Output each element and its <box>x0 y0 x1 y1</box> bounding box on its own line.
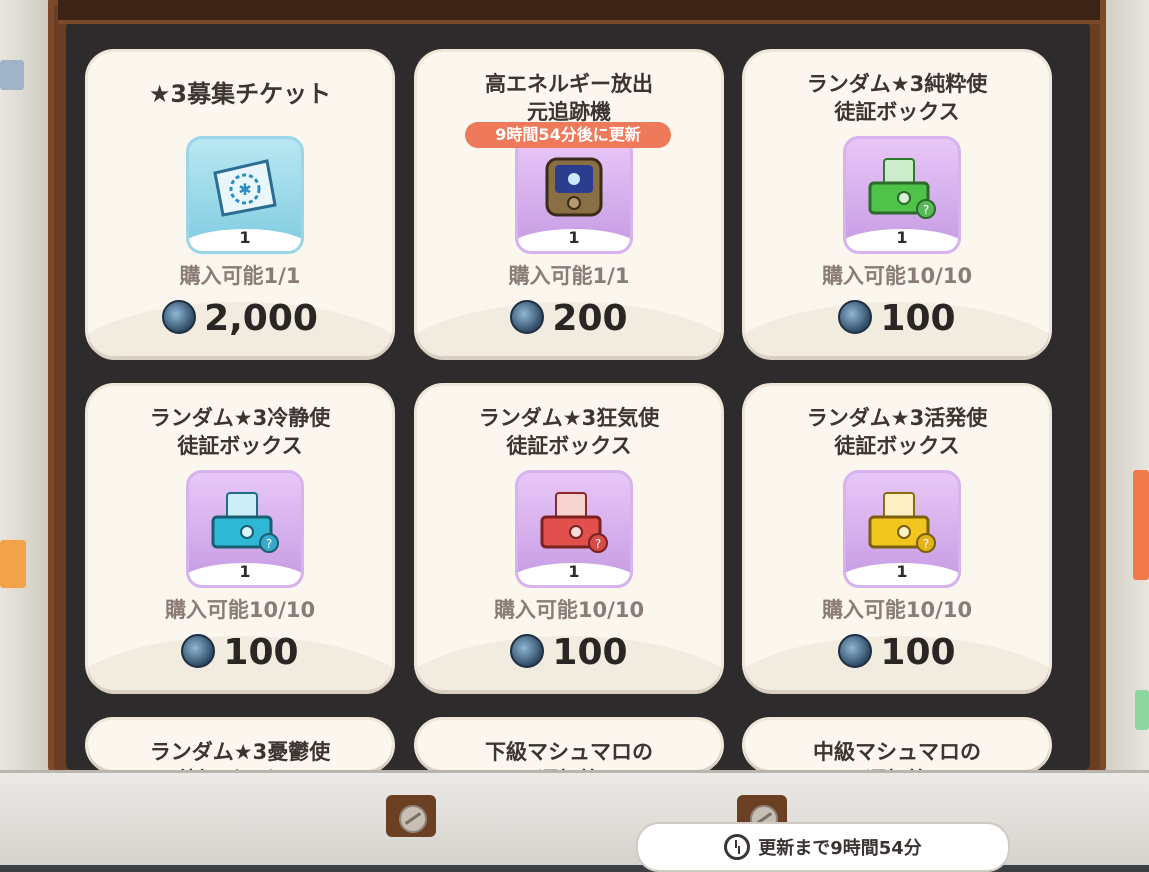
item-title: 下級マシュマロの 選択箱 <box>485 740 653 770</box>
item-quantity: 1 <box>239 228 251 247</box>
item-quantity: 1 <box>239 562 251 581</box>
item-title: ランダム★3純粋使 徒証ボックス <box>806 72 988 124</box>
refresh-timer: 更新まで9時間54分 <box>636 822 1010 872</box>
item-title: 高エネルギー放出 元追跡機 <box>485 72 653 124</box>
svg-text:✱: ✱ <box>238 180 251 199</box>
price-value: 200 <box>552 298 628 339</box>
price-button[interactable]: 200 <box>417 298 721 339</box>
price-value: 100 <box>552 632 628 673</box>
refresh-timer-text: 更新まで9時間54分 <box>758 838 922 859</box>
sticky-note-green <box>1135 690 1149 730</box>
red-box-icon: ? 1 <box>515 470 633 588</box>
tracker-device-icon: 1 <box>515 136 633 254</box>
refresh-timer-badge: 9時間54分後に更新 <box>465 122 671 148</box>
price-button[interactable]: 100 <box>745 298 1049 339</box>
svg-text:?: ? <box>595 537 601 551</box>
svg-text:?: ? <box>923 203 929 217</box>
sticky-note-blue <box>0 60 24 90</box>
shop-item-card[interactable]: ランダム★3狂気使 徒証ボックス ? 1 購入可能10/10 100 <box>417 386 721 690</box>
screw-icon <box>399 805 427 833</box>
purchase-limit: 購入可能10/10 <box>493 598 645 622</box>
coin-icon <box>838 300 873 334</box>
shop-item-card[interactable]: ランダム★3冷静使 徒証ボックス ? 1 購入可能10/10 100 <box>88 386 392 690</box>
alarm-clock-icon <box>724 834 751 860</box>
price-button[interactable]: 100 <box>745 632 1049 673</box>
item-title: 中級マシュマロの 選択箱 <box>813 740 981 770</box>
green-box-icon: ? 1 <box>843 136 961 254</box>
price-value: 100 <box>880 632 956 673</box>
purchase-limit: 購入可能1/1 <box>508 264 630 288</box>
shop-item-card[interactable]: ランダム★3活発使 徒証ボックス ? 1 購入可能10/10 100 <box>745 386 1049 690</box>
coin-icon <box>510 300 545 334</box>
svg-text:?: ? <box>923 537 929 551</box>
blue-box-icon: ? 1 <box>186 470 304 588</box>
item-title: ★3募集チケット <box>148 80 332 108</box>
price-value: 2,000 <box>204 298 318 339</box>
coin-icon <box>838 634 873 668</box>
price-button[interactable]: 100 <box>417 632 721 673</box>
price-button[interactable]: 100 <box>88 632 392 673</box>
item-quantity: 1 <box>896 228 908 247</box>
purchase-limit: 購入可能10/10 <box>821 598 973 622</box>
shop-item-card[interactable]: ランダム★3純粋使 徒証ボックス ? 1 購入可能10/10 100 <box>745 52 1049 356</box>
shop-item-card[interactable]: 中級マシュマロの 選択箱 <box>745 720 1049 770</box>
ticket-icon: ✱ 1 <box>186 136 304 254</box>
coin-icon <box>162 300 197 334</box>
cabinet-latch-left <box>386 795 436 837</box>
shop-item-card[interactable]: 高エネルギー放出 元追跡機 1 9時間54分後に更新 購入可能1/1 200 <box>417 52 721 356</box>
shop-item-card[interactable]: 下級マシュマロの 選択箱 <box>417 720 721 770</box>
price-button[interactable]: 2,000 <box>88 298 392 339</box>
price-value: 100 <box>223 632 299 673</box>
coin-icon <box>510 634 545 668</box>
price-value: 100 <box>880 298 956 339</box>
item-title: ランダム★3狂気使 徒証ボックス <box>478 406 660 458</box>
purchase-limit: 購入可能1/1 <box>179 264 301 288</box>
item-title: ランダム★3憂鬱使 徒証ボックス <box>149 740 331 770</box>
cabinet-top-shelf <box>58 0 1100 24</box>
item-quantity: 1 <box>896 562 908 581</box>
yellow-box-icon: ? 1 <box>843 470 961 588</box>
shop-item-card[interactable]: ランダム★3憂鬱使 徒証ボックス <box>88 720 392 770</box>
sticky-note-orange <box>0 540 26 588</box>
item-title: ランダム★3活発使 徒証ボックス <box>806 406 988 458</box>
item-quantity: 1 <box>568 562 580 581</box>
sticky-note-red <box>1133 470 1149 580</box>
purchase-limit: 購入可能10/10 <box>164 598 316 622</box>
item-quantity: 1 <box>568 228 580 247</box>
coin-icon <box>181 634 216 668</box>
svg-text:?: ? <box>266 537 272 551</box>
purchase-limit: 購入可能10/10 <box>821 264 973 288</box>
shop-item-card[interactable]: ★3募集チケット ✱ 1 購入可能1/1 2,000 <box>88 52 392 356</box>
item-title: ランダム★3冷静使 徒証ボックス <box>149 406 331 458</box>
